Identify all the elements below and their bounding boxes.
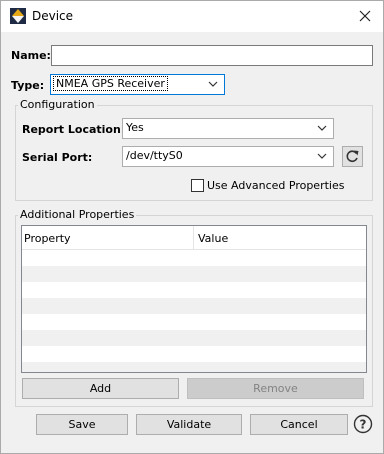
- advanced-properties-label: Use Advanced Properties: [207, 179, 345, 192]
- report-location-value: Yes: [126, 121, 144, 134]
- refresh-icon: [346, 150, 359, 162]
- serial-port-select[interactable]: /dev/ttyS0: [122, 146, 334, 167]
- table-row: [22, 266, 366, 282]
- serial-port-value: /dev/ttyS0: [126, 149, 183, 162]
- column-header-value[interactable]: Value: [198, 232, 228, 245]
- table-row: [22, 298, 366, 314]
- name-label: Name:: [11, 49, 51, 62]
- svg-text:?: ?: [360, 418, 367, 432]
- table-header: Property Value: [22, 226, 366, 250]
- column-header-property[interactable]: Property: [24, 232, 71, 245]
- close-icon: [359, 10, 371, 22]
- table-row: [22, 330, 366, 346]
- window-title: Device: [32, 9, 74, 23]
- chevron-down-icon: [208, 81, 218, 87]
- serial-port-label: Serial Port:: [22, 151, 93, 164]
- additional-properties-title: Additional Properties: [18, 208, 137, 221]
- validate-button[interactable]: Validate: [136, 414, 242, 435]
- column-divider[interactable]: [193, 226, 194, 250]
- table-row: [22, 282, 366, 298]
- table-row: [22, 362, 366, 372]
- report-location-select[interactable]: Yes: [122, 118, 334, 139]
- type-label: Type:: [11, 79, 45, 92]
- refresh-ports-button[interactable]: [342, 146, 363, 167]
- table-row: [22, 346, 366, 362]
- close-button[interactable]: [353, 5, 377, 27]
- add-property-button[interactable]: Add: [22, 378, 179, 399]
- table-row: [22, 314, 366, 330]
- type-select-value: NMEA GPS Receiver: [53, 76, 168, 91]
- configuration-group-title: Configuration: [18, 98, 97, 111]
- title-bar: Device: [1, 1, 383, 32]
- cancel-button[interactable]: Cancel: [250, 414, 348, 435]
- table-row: [22, 250, 366, 266]
- properties-table[interactable]: Property Value: [21, 225, 367, 373]
- remove-property-button[interactable]: Remove: [187, 378, 364, 399]
- chevron-down-icon: [317, 125, 327, 131]
- report-location-label: Report Location:: [22, 123, 126, 136]
- chevron-down-icon: [317, 153, 327, 159]
- type-select[interactable]: NMEA GPS Receiver: [50, 74, 225, 95]
- help-icon[interactable]: ?: [353, 414, 373, 434]
- save-button[interactable]: Save: [36, 414, 128, 435]
- app-logo-icon: [10, 8, 26, 24]
- advanced-properties-checkbox[interactable]: [191, 179, 204, 192]
- name-field[interactable]: [51, 45, 373, 66]
- device-dialog: Device Name: Type: NMEA GPS Receiver Con…: [0, 0, 384, 454]
